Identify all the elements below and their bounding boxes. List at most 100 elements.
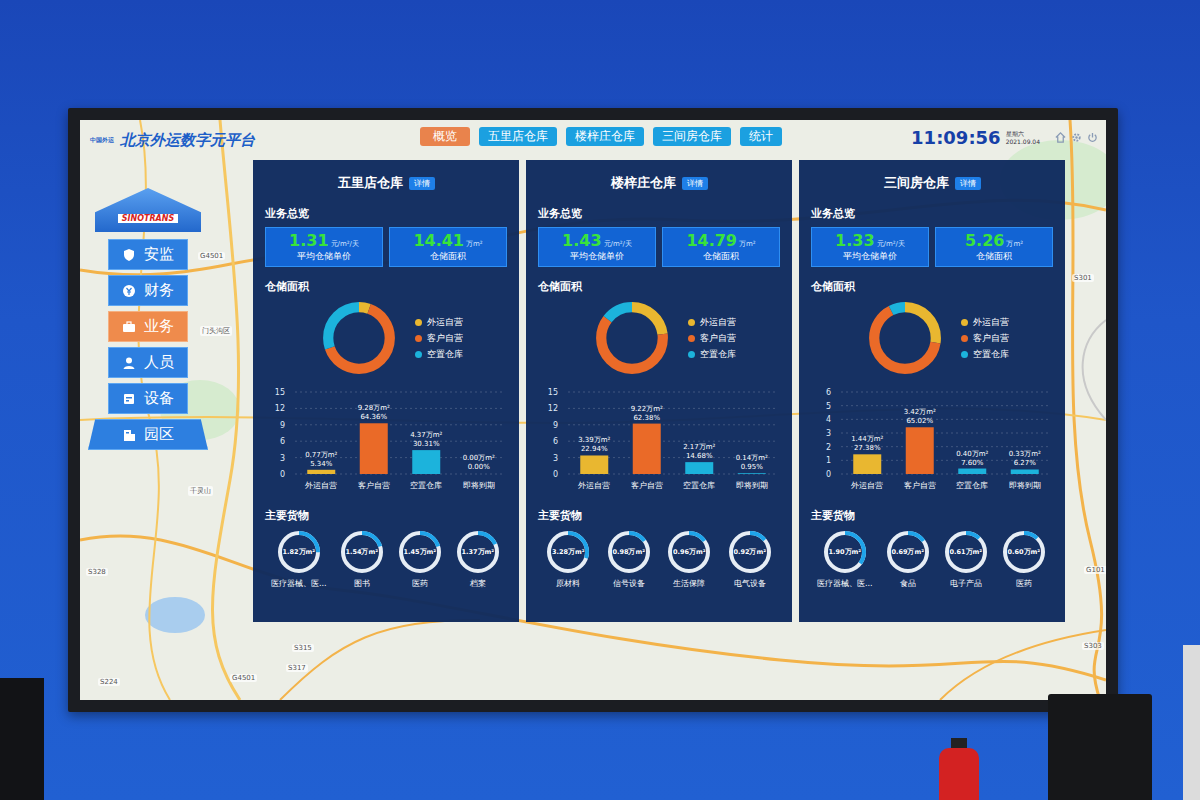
bar: [685, 462, 713, 474]
goods-value: 3.28万m²: [545, 529, 591, 575]
sidebar-item[interactable]: 人员: [108, 347, 188, 378]
goods-row: 3.28万m² 原材料 0.98万m² 信号设备 0.96万m² 生活保障 0.…: [538, 529, 780, 589]
legend-dot: [688, 351, 695, 358]
stat-card: 14.41 万m² 仓储面积: [389, 227, 507, 267]
sidebar-item[interactable]: 财务: [108, 275, 188, 306]
section-title: 业务总览: [265, 206, 507, 221]
stat-value-row: 1.33 元/m²/天: [835, 231, 905, 250]
legend-dot: [688, 319, 695, 326]
bar-category: 即将到期: [736, 481, 768, 490]
speaker-right: [1048, 694, 1152, 800]
stat-label: 平均仓储单价: [570, 250, 624, 263]
goods-value: 0.60万m²: [1001, 529, 1047, 575]
stat-unit: 万m²: [739, 239, 756, 249]
legend-item: 外运自营: [961, 316, 1009, 329]
goods-item: 0.96万m² 生活保障: [666, 529, 712, 589]
legend-label: 空置仓库: [427, 348, 463, 361]
goods-value: 0.61万m²: [943, 529, 989, 575]
bar-share: 27.38%: [854, 444, 881, 452]
section-title: 主要货物: [538, 508, 780, 523]
axis-tick: 9: [280, 421, 285, 430]
map-label: G4501: [230, 674, 257, 682]
detail-button[interactable]: 详情: [955, 177, 981, 190]
nav-tab[interactable]: 统计: [740, 127, 782, 146]
grid-line: [568, 408, 778, 409]
stats-row: 1.31 元/m²/天 平均仓储单价14.41 万m² 仓储面积: [265, 227, 507, 267]
stat-value-row: 14.79 万m²: [686, 231, 755, 250]
axis-tick: 12: [275, 404, 285, 413]
goods-item: 3.28万m² 原材料: [545, 529, 591, 589]
donut-chart: [317, 296, 401, 380]
axis-tick: 2: [826, 443, 831, 452]
map-label: S224: [98, 678, 120, 686]
axis-tick: 6: [280, 437, 285, 446]
bar-share: 0.00%: [468, 463, 491, 471]
goods-row: 1.90万m² 医疗器械、医... 0.69万m² 食品 0.61万m² 电子产…: [811, 529, 1053, 589]
sidebar-item[interactable]: 园区: [88, 419, 208, 450]
grid-line: [295, 392, 505, 393]
bar-amount: 0.00万m²: [463, 454, 495, 462]
bar-amount: 9.22万m²: [631, 405, 663, 413]
stat-value: 1.31: [289, 231, 328, 250]
nav-tab[interactable]: 五里店仓库: [479, 127, 557, 146]
goods-label: 生活保障: [673, 578, 705, 589]
axis-tick: 3: [280, 454, 285, 463]
bar: [738, 473, 766, 475]
bar-amount: 0.33万m²: [1009, 450, 1041, 458]
goods-value: 0.69万m²: [885, 529, 931, 575]
bar-share: 0.95%: [741, 463, 764, 471]
home-icon[interactable]: [1055, 132, 1066, 143]
goods-value: 1.82万m²: [276, 529, 322, 575]
nav-tab[interactable]: 概览: [420, 127, 470, 146]
dashboard-content: 中国外运 北京外运数字元平台 概览五里店仓库楼梓庄仓库三间房仓库统计 11:09…: [80, 120, 1106, 700]
legend-label: 客户自营: [700, 332, 736, 345]
goods-value: 1.45万m²: [397, 529, 443, 575]
speaker-left: [0, 678, 44, 800]
axis-tick: 0: [826, 470, 831, 479]
legend-item: 外运自营: [415, 316, 463, 329]
sidebar-item[interactable]: 设备: [108, 383, 188, 414]
warehouse-name: 三间房仓库: [884, 174, 949, 192]
bar-category: 客户自营: [358, 481, 390, 490]
axis-tick: 0: [553, 470, 558, 479]
map-label: S303: [1082, 642, 1104, 650]
stat-card: 5.26 万m² 仓储面积: [935, 227, 1053, 267]
grid-line: [568, 424, 778, 425]
extinguisher-valve: [951, 738, 967, 748]
bar-share: 5.34%: [310, 460, 333, 468]
gear-icon[interactable]: [1071, 132, 1082, 143]
goods-value: 1.54万m²: [339, 529, 385, 575]
axis-tick: 9: [553, 421, 558, 430]
panel-title-row: 楼梓庄仓库 详情: [538, 172, 780, 194]
nav-tab[interactable]: 楼梓庄仓库: [566, 127, 644, 146]
goods-item: 0.60万m² 医药: [1001, 529, 1047, 589]
goods-row: 1.82万m² 医疗器械、医... 1.54万m² 图书 1.45万m² 医药 …: [265, 529, 507, 589]
detail-button[interactable]: 详情: [682, 177, 708, 190]
goods-label: 电子产品: [950, 578, 982, 589]
sinotrans-logo: SINOTRANS: [95, 188, 201, 232]
nav-tab[interactable]: 三间房仓库: [653, 127, 731, 146]
bar-category: 外运自营: [305, 481, 337, 490]
sidebar-label: 财务: [144, 281, 174, 300]
stat-label: 仓储面积: [703, 250, 739, 263]
bar-category: 外运自营: [851, 481, 883, 490]
grid-line: [841, 433, 1051, 434]
chart-legend: 外运自营 客户自营 空置仓库: [961, 316, 1009, 361]
donut-segment: [328, 307, 390, 369]
stat-label: 平均仓储单价: [843, 250, 897, 263]
power-icon[interactable]: [1087, 132, 1098, 143]
goods-label: 医疗器械、医...: [271, 578, 327, 589]
bar-chart: 65432101.44万m²27.38%外运自营3.42万m²65.02%客户自…: [811, 382, 1053, 496]
legend-label: 外运自营: [973, 316, 1009, 329]
detail-button[interactable]: 详情: [409, 177, 435, 190]
goods-item: 0.98万m² 信号设备: [606, 529, 652, 589]
dashboard-body: SINOTRANS 安监 财务 业务 人员 设备 园区 五里店仓库 详情 业务总…: [80, 160, 1106, 700]
sidebar-item[interactable]: 安监: [108, 239, 188, 270]
legend-item: 空置仓库: [961, 348, 1009, 361]
bar: [958, 469, 986, 474]
sidebar-item[interactable]: 业务: [108, 311, 188, 342]
axis-tick: 5: [826, 402, 831, 411]
stat-value: 14.79: [686, 231, 737, 250]
clock-time: 11:09:56: [911, 127, 1001, 148]
donut-segment: [874, 307, 936, 369]
